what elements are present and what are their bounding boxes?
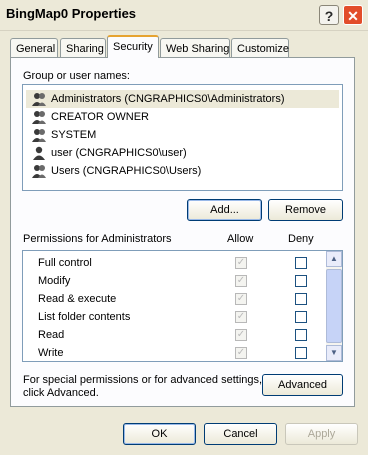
add-button[interactable]: Add...: [187, 199, 262, 221]
scroll-down-icon[interactable]: ▼: [326, 345, 342, 361]
permission-name: Write: [38, 347, 64, 359]
list-item[interactable]: SYSTEM: [26, 126, 339, 144]
window-title: BingMap0 Properties: [6, 6, 137, 21]
help-button[interactable]: ?: [319, 5, 339, 25]
permission-name: Read & execute: [38, 293, 117, 305]
list-item[interactable]: user (CNGRAPHICS0\user): [26, 144, 339, 162]
permissions-scrollbar[interactable]: ▲ ▼: [326, 251, 342, 361]
list-item[interactable]: CREATOR OWNER: [26, 108, 339, 126]
scroll-thumb[interactable]: [326, 269, 342, 343]
permissions-list: Full control ✓ Modify ✓ Read & execute ✓…: [22, 250, 343, 362]
allow-checkbox: ✓: [235, 293, 247, 305]
allow-checkbox: ✓: [235, 275, 247, 287]
group-icon: [32, 93, 46, 106]
tab-web-sharing[interactable]: Web Sharing: [160, 38, 230, 57]
permission-name: Read: [38, 329, 65, 341]
list-item-label: Administrators (CNGRAPHICS0\Administrato…: [51, 93, 285, 105]
tab-customize[interactable]: Customize: [231, 38, 289, 57]
close-button[interactable]: ✕: [343, 5, 363, 25]
list-item[interactable]: Users (CNGRAPHICS0\Users): [26, 162, 339, 180]
group-icon: [32, 129, 46, 142]
apply-button[interactable]: Apply: [285, 423, 358, 445]
permission-name: List folder contents: [38, 311, 131, 323]
tab-sharing[interactable]: Sharing: [60, 38, 106, 57]
scroll-up-icon[interactable]: ▲: [326, 251, 342, 267]
permission-name: Modify: [38, 275, 71, 287]
deny-checkbox[interactable]: [295, 347, 307, 359]
remove-button[interactable]: Remove: [268, 199, 343, 221]
advanced-hint-line1: For special permissions or for advanced …: [23, 374, 263, 386]
deny-checkbox[interactable]: [295, 257, 307, 269]
allow-checkbox: ✓: [235, 311, 247, 323]
permissions-label: Permissions for Administrators: [23, 233, 172, 245]
allow-checkbox: ✓: [235, 347, 247, 359]
list-item[interactable]: Administrators (CNGRAPHICS0\Administrato…: [26, 90, 339, 108]
ok-button[interactable]: OK: [123, 423, 196, 445]
list-item-label: CREATOR OWNER: [51, 111, 149, 123]
deny-header: Deny: [288, 233, 314, 245]
deny-checkbox[interactable]: [295, 293, 307, 305]
deny-checkbox[interactable]: [295, 311, 307, 323]
advanced-hint-line2: click Advanced.: [23, 387, 99, 399]
list-item-label: user (CNGRAPHICS0\user): [51, 147, 187, 159]
deny-checkbox[interactable]: [295, 275, 307, 287]
group-icon: [32, 111, 46, 124]
tab-security[interactable]: Security: [107, 35, 159, 58]
user-icon: [33, 146, 45, 160]
group-icon: [32, 165, 46, 178]
allow-header: Allow: [227, 233, 254, 245]
list-item-label: SYSTEM: [51, 129, 97, 141]
deny-checkbox[interactable]: [295, 329, 307, 341]
title-bar: BingMap0 Properties ? ✕: [0, 0, 368, 31]
cancel-button[interactable]: Cancel: [204, 423, 277, 445]
tab-general[interactable]: General: [10, 38, 58, 57]
group-list-label: Group or user names:: [23, 70, 130, 82]
allow-checkbox: ✓: [235, 329, 247, 341]
advanced-button[interactable]: Advanced: [262, 374, 343, 396]
allow-checkbox: ✓: [235, 257, 247, 269]
list-item-label: Users (CNGRAPHICS0\Users): [51, 165, 202, 177]
permission-name: Full control: [38, 257, 92, 269]
group-user-list[interactable]: Administrators (CNGRAPHICS0\Administrato…: [22, 84, 343, 191]
